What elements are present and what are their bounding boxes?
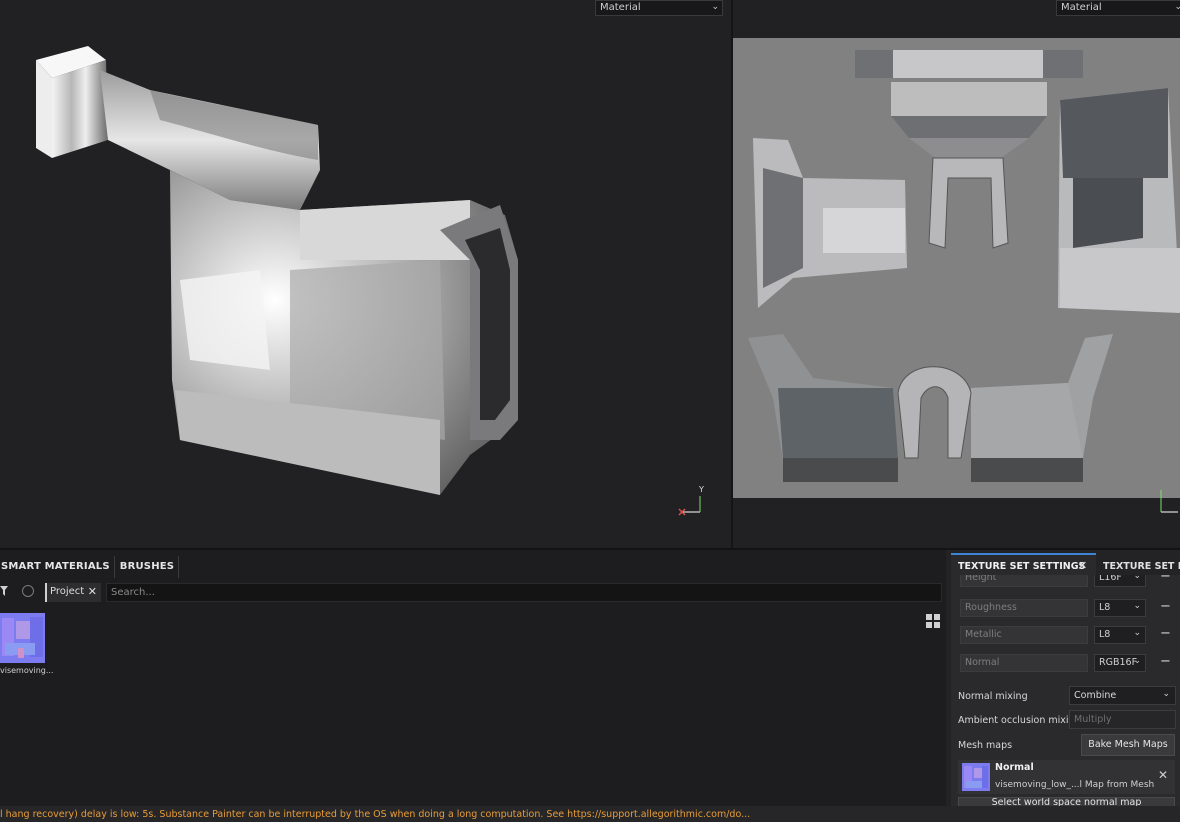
chevron-down-icon: ⌄ bbox=[1174, 2, 1180, 12]
close-icon[interactable]: ✕ bbox=[1158, 768, 1168, 782]
close-icon[interactable]: ✕ bbox=[1078, 559, 1087, 572]
channel-name: Normal bbox=[960, 654, 1088, 672]
close-icon[interactable]: ✕ bbox=[88, 585, 97, 598]
grid-view-icon[interactable] bbox=[926, 614, 940, 628]
shelf-toolbar: Project ✕ Search... bbox=[0, 580, 946, 604]
channel-row-roughness: Roughness L8 ⌄ − bbox=[960, 599, 1180, 619]
normal-mixing-value: Combine bbox=[1074, 690, 1117, 701]
axis-y-label: Y bbox=[699, 485, 704, 494]
chevron-down-icon: ⌄ bbox=[1133, 656, 1141, 666]
status-bar-message: l hang recovery) delay is low: 5s. Subst… bbox=[0, 806, 1180, 822]
mesh-map-slot-normal[interactable]: Normal visemoving_low_...l Map from Mesh… bbox=[958, 760, 1175, 794]
bake-mesh-maps-button[interactable]: Bake Mesh Maps bbox=[1081, 734, 1175, 756]
viewport-3d[interactable]: Material ⌄ Y bbox=[0, 0, 731, 548]
remove-channel-button[interactable]: − bbox=[1160, 626, 1171, 641]
shelf-item-thumbnail[interactable] bbox=[0, 613, 45, 663]
mesh-maps-label: Mesh maps bbox=[958, 740, 1013, 751]
tab-texture-set-settings-label: TEXTURE SET SETTINGS bbox=[958, 561, 1086, 572]
ao-mixing-select[interactable]: Multiply bbox=[1069, 710, 1176, 729]
chevron-down-icon: ⌄ bbox=[1133, 575, 1141, 581]
viewport-2d-mode-select[interactable]: Material ⌄ bbox=[1056, 0, 1180, 16]
channel-name: Metallic bbox=[960, 626, 1088, 644]
remove-channel-button[interactable]: − bbox=[1160, 575, 1171, 584]
normal-mixing-select[interactable]: Combine ⌄ bbox=[1069, 686, 1176, 705]
channel-format-value: L16F bbox=[1099, 575, 1122, 583]
shelf-item-label: visemoving... bbox=[0, 666, 54, 675]
channel-name: Height bbox=[960, 575, 1088, 587]
channel-row-metallic: Metallic L8 ⌄ − bbox=[960, 626, 1180, 646]
texture-set-tabs: TEXTURE SET SETTINGS ✕ TEXTURE SET LIS bbox=[951, 553, 1180, 575]
normal-mixing-label: Normal mixing bbox=[958, 691, 1028, 702]
mesh-map-title: Normal bbox=[995, 762, 1034, 773]
mesh-map-subtitle: visemoving_low_...l Map from Mesh bbox=[995, 780, 1155, 790]
app-window: Material ⌄ Y Material ⌄ SMART MATERIALS … bbox=[0, 0, 1180, 822]
channel-format-select[interactable]: L8 ⌄ bbox=[1094, 599, 1146, 617]
filter-icon[interactable] bbox=[0, 586, 8, 596]
remove-channel-button[interactable]: − bbox=[1160, 599, 1171, 614]
tab-texture-set-settings[interactable]: TEXTURE SET SETTINGS ✕ bbox=[951, 553, 1096, 575]
channel-format-select[interactable]: RGB16F ⌄ bbox=[1094, 654, 1146, 672]
shelf-tabs: SMART MATERIALS BRUSHES bbox=[0, 556, 180, 578]
tab-brushes[interactable]: BRUSHES bbox=[115, 556, 180, 578]
channel-format-select[interactable]: L8 ⌄ bbox=[1094, 626, 1146, 644]
ao-mixing-value: Multiply bbox=[1074, 714, 1112, 725]
chevron-down-icon: ⌄ bbox=[1133, 601, 1141, 611]
axis-gizmo-icon bbox=[1160, 490, 1178, 513]
search-input[interactable]: Search... bbox=[106, 583, 942, 602]
uv-texture-canvas bbox=[733, 38, 1180, 498]
refresh-icon[interactable] bbox=[22, 585, 34, 597]
channel-row-normal: Normal RGB16F ⌄ − bbox=[960, 654, 1180, 674]
shelf-panel: SMART MATERIALS BRUSHES Project ✕ Search… bbox=[0, 550, 946, 808]
uv-islands bbox=[748, 50, 1180, 482]
remove-channel-button[interactable]: − bbox=[1160, 654, 1171, 669]
tab-smart-materials[interactable]: SMART MATERIALS bbox=[0, 556, 115, 578]
tab-texture-set-list[interactable]: TEXTURE SET LIS bbox=[1103, 553, 1180, 575]
filter-chip-project[interactable]: Project ✕ bbox=[45, 583, 101, 602]
channel-name: Roughness bbox=[960, 599, 1088, 617]
chevron-down-icon: ⌄ bbox=[1162, 689, 1170, 699]
channel-format-value: L8 bbox=[1099, 602, 1111, 613]
channel-format-value: L8 bbox=[1099, 629, 1111, 640]
channel-format-value: RGB16F bbox=[1099, 657, 1138, 668]
filter-chip-label: Project bbox=[50, 586, 85, 597]
normal-map-thumbnail bbox=[962, 763, 990, 791]
ao-mixing-label: Ambient occlusion mixing bbox=[958, 715, 1081, 726]
channel-format-select[interactable]: L16F ⌄ bbox=[1094, 575, 1146, 587]
viewport-2d-mode-label: Material bbox=[1061, 2, 1102, 13]
viewport-2d[interactable]: Material ⌄ bbox=[733, 0, 1180, 548]
chevron-down-icon: ⌄ bbox=[1133, 628, 1141, 638]
channel-row-height: Height L16F ⌄ − bbox=[960, 575, 1180, 589]
mesh-3d-model bbox=[36, 46, 518, 495]
